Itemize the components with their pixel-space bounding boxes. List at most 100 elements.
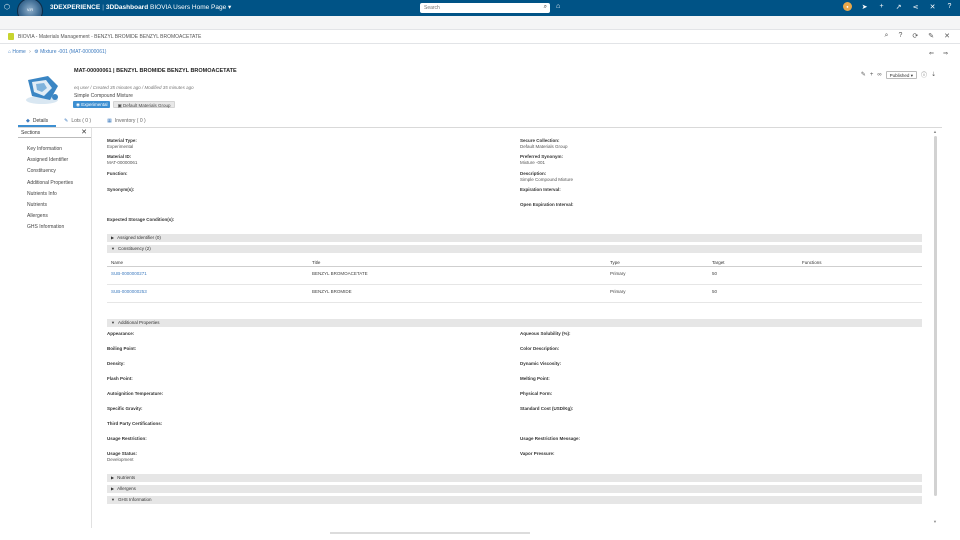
third-party-cert-field: Third Party Certifications:	[107, 421, 163, 426]
more-icon[interactable]: ⇣	[931, 71, 936, 78]
link-icon[interactable]: ∞	[877, 72, 881, 78]
close-icon[interactable]: ✕	[944, 32, 950, 40]
lots-icon: ✎	[64, 118, 69, 124]
compass-label: V.R	[26, 7, 34, 12]
materials-group-chip[interactable]: ▣ Default Materials Group	[113, 101, 175, 108]
chevron-right-icon: ▶	[111, 486, 115, 491]
scroll-down-icon[interactable]: ▼	[933, 519, 937, 524]
flash-point-field: Flash Point:	[107, 376, 133, 381]
aqueous-solubility-field: Aqueous Solubility (%):	[520, 331, 571, 336]
appearance-field: Appearance:	[107, 331, 135, 336]
open-expiration-field: Open Expiration Interval:	[520, 202, 574, 207]
experimental-chip[interactable]: ◉ Experimental	[73, 101, 111, 108]
chevron-right-icon: ▶	[111, 235, 115, 240]
section-constituency[interactable]: Constituency	[18, 166, 91, 177]
constituency-section[interactable]: ▼ Constituency (2)	[107, 245, 922, 253]
section-assigned-identifier[interactable]: Assigned Identifier	[18, 155, 91, 166]
tab-details[interactable]: ◆ Details	[18, 115, 57, 127]
breadcrumb: ⌂ Home › ⚙ Mixture -001 (MAT-00000061)	[8, 49, 107, 55]
density-field: Density:	[107, 361, 125, 366]
back-arrow-icon[interactable]: ⇐	[929, 50, 934, 57]
usage-restriction-message-field: Usage Restriction Message:	[520, 436, 581, 441]
synonyms-field: Synonym(s):	[107, 187, 135, 192]
add-icon[interactable]: +	[870, 72, 874, 78]
dashboard-name: BIOVIA Users Home Page	[150, 4, 227, 11]
chevron-down-icon: ▼	[111, 246, 115, 251]
secure-collection-field: Secure Collection: Default Materials Gro…	[520, 138, 568, 149]
tag-icon[interactable]: ⌂	[556, 3, 560, 10]
detail-tabs: ◆ Details ✎ Lots ( 0 ) ▦ Inventory ( 0 )	[18, 115, 942, 128]
brand-bold: 3DEXPERIENCE	[50, 4, 101, 11]
section-allergens[interactable]: Allergens	[18, 211, 91, 222]
substance-link[interactable]: SUB-0000000271	[111, 271, 147, 276]
vertical-scrollbar[interactable]	[934, 136, 937, 496]
table-header: Name Title Type Target Functions	[107, 258, 922, 267]
section-key-information[interactable]: Key Information	[18, 144, 91, 155]
breadcrumb-home[interactable]: Home	[12, 49, 25, 55]
breadcrumb-current[interactable]: Mixture -001 (MAT-00000061)	[40, 49, 106, 55]
app-title: BIOVIA - Materials Management - BENZYL B…	[18, 34, 202, 40]
app-title-bar: BIOVIA - Materials Management - BENZYL B…	[0, 30, 960, 44]
usage-status-field: Usage Status: Development	[107, 451, 138, 462]
chevron-down-icon: ▼	[111, 497, 115, 502]
expiration-interval-field: Expiration Interval:	[520, 187, 561, 192]
table-row[interactable]: SUB-0000000253 BENZYL BROMIDE Primary 50	[107, 285, 922, 303]
tab-lots[interactable]: ✎ Lots ( 0 )	[56, 115, 99, 127]
inventory-icon: ▦	[107, 118, 112, 124]
additional-properties-section[interactable]: ▼ Additional Properties	[107, 319, 922, 327]
maturity-dropdown[interactable]: Published ▾	[885, 70, 917, 79]
nutrients-section[interactable]: ▶ Nutrients	[107, 474, 922, 482]
edit-icon[interactable]: ✎	[861, 71, 866, 78]
object-description: Simple Compound Mixture	[74, 93, 133, 99]
top-bar: ⬡ 3DEXPERIENCE | 3DDashboard BIOVIA Users …	[0, 0, 960, 16]
search-icon[interactable]: ⌕	[544, 4, 547, 11]
tools-icon[interactable]: ✕	[928, 3, 937, 11]
section-nutrients-info[interactable]: Nutrients Info	[18, 189, 91, 200]
refresh-icon[interactable]: ⟳	[912, 32, 918, 40]
storage-condition-field: Expected Storage Condition(s):	[107, 217, 175, 222]
search-input[interactable]	[420, 3, 532, 13]
brand-title[interactable]: 3DEXPERIENCE | 3DDashboard BIOVIA Users Ho…	[50, 3, 231, 11]
forward-arrow-icon[interactable]: ⇒	[943, 50, 948, 57]
melting-point-field: Melting Point:	[520, 376, 550, 381]
section-nutrients[interactable]: Nutrients	[18, 200, 91, 211]
table-row[interactable]: SUB-0000000271 BENZYL BROMOACETATE Prima…	[107, 267, 922, 285]
search-icon[interactable]: ⌕	[885, 32, 889, 40]
object-title: MAT-00000061 | BENZYL BROMIDE BENZYL BRO…	[74, 68, 237, 74]
section-additional-properties[interactable]: Additional Properties	[18, 178, 91, 189]
scroll-up-icon[interactable]: ▲	[933, 129, 937, 134]
share-icon[interactable]: ➤	[860, 3, 869, 11]
assigned-identifier-section[interactable]: ▶ Assigned Identifier (0)	[107, 234, 922, 242]
allergens-section[interactable]: ▶ Allergens	[107, 485, 922, 493]
close-icon[interactable]: ✕	[81, 128, 87, 138]
mixture-thumbnail-icon	[26, 76, 58, 104]
mixture-icon: ⚙	[34, 49, 39, 55]
autoignition-field: Autoignition Temperature:	[107, 391, 164, 396]
horizontal-scrollbar[interactable]	[330, 532, 530, 534]
app-icon	[8, 33, 14, 40]
search-box[interactable]: ⌕	[420, 3, 550, 13]
section-ghs-information[interactable]: GHS Information	[18, 222, 91, 233]
network-icon[interactable]: ⋖	[911, 3, 920, 11]
standard-cost-field: Standard Cost (USD/Kg):	[520, 406, 574, 411]
sections-panel: Sections ✕ Key Information Assigned Iden…	[18, 128, 92, 528]
physical-form-field: Physical Form:	[520, 391, 553, 396]
object-meta: eq user / Created 35 minutes ago / Modif…	[74, 85, 194, 90]
sections-heading: Sections ✕	[18, 128, 91, 138]
material-type-field: Material Type: Experimental	[107, 138, 137, 149]
vapor-pressure-field: Vapor Pressure:	[520, 451, 555, 456]
brand-section: 3DDashboard	[105, 4, 149, 11]
function-field: Function:	[107, 171, 128, 176]
home-icon[interactable]: ⌂	[8, 49, 11, 55]
ghs-section[interactable]: ▼ GHS Information	[107, 496, 922, 504]
tab-inventory[interactable]: ▦ Inventory ( 0 )	[99, 115, 154, 127]
user-avatar[interactable]: ●	[843, 2, 852, 11]
help-icon[interactable]: ?	[945, 3, 954, 10]
ds-logo-icon: ⬡	[4, 4, 11, 11]
add-icon[interactable]: +	[877, 3, 886, 10]
substance-link[interactable]: SUB-0000000253	[111, 289, 147, 294]
pin-icon[interactable]: ✎	[928, 32, 934, 40]
forward-icon[interactable]: ↗	[894, 3, 903, 11]
info-icon[interactable]: ⓘ	[921, 70, 927, 79]
help-icon[interactable]: ?	[898, 32, 902, 40]
